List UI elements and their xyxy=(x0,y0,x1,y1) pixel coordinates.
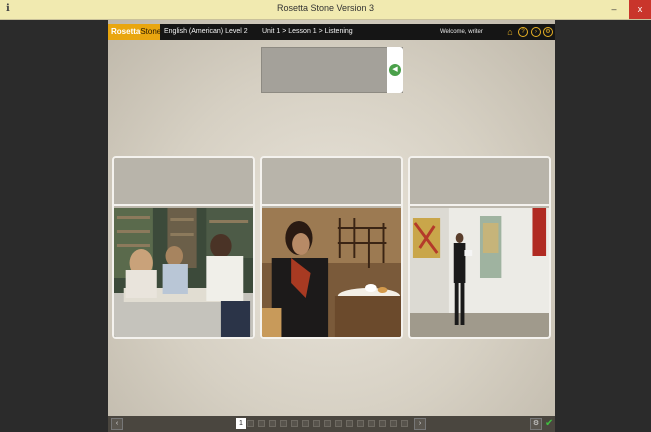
course-title: English (American) Level 2 xyxy=(164,28,248,35)
window-titlebar: ℹ Rosetta Stone Version 3 – □ x xyxy=(0,0,651,20)
screen-indicator-current[interactable]: 1 xyxy=(236,418,246,429)
next-icon[interactable]: › xyxy=(414,418,426,430)
left-backdrop xyxy=(0,20,108,432)
screen-indicator[interactable] xyxy=(247,420,254,427)
card-caption xyxy=(262,158,401,206)
answer-card-1[interactable] xyxy=(112,156,255,339)
screen-indicator[interactable] xyxy=(280,420,287,427)
library-photo xyxy=(114,208,253,337)
bottom-progress-bar: ‹ 1 › ⚙ ✔ xyxy=(108,416,555,432)
screen-indicator[interactable] xyxy=(291,420,298,427)
screen-indicator[interactable] xyxy=(357,420,364,427)
top-navigation-bar: RosettaStone English (American) Level 2 … xyxy=(108,24,555,40)
screen-indicator[interactable] xyxy=(335,420,342,427)
screen-indicator[interactable] xyxy=(302,420,309,427)
card-caption xyxy=(114,158,253,206)
cafe-photo xyxy=(262,208,401,337)
play-audio-button[interactable]: ◀ xyxy=(387,47,403,93)
answer-card-2[interactable] xyxy=(260,156,403,339)
lesson-stage: RosettaStone English (American) Level 2 … xyxy=(108,20,555,432)
close-button[interactable]: x xyxy=(629,0,651,19)
correct-check-icon: ✔ xyxy=(545,418,554,429)
speaker-icon: ◀ xyxy=(389,64,401,76)
screen-indicator[interactable] xyxy=(346,420,353,427)
right-backdrop xyxy=(555,20,651,432)
settings-icon[interactable]: ⚙ xyxy=(543,27,553,37)
prompt-text-box xyxy=(261,47,403,93)
screen-indicator[interactable] xyxy=(313,420,320,427)
settings-icon[interactable]: ⚙ xyxy=(530,418,542,430)
screen-indicator[interactable] xyxy=(379,420,386,427)
card-caption xyxy=(410,158,549,206)
screen-indicator[interactable] xyxy=(269,420,276,427)
prev-icon[interactable]: ‹ xyxy=(111,418,123,430)
exit-icon[interactable]: › xyxy=(531,27,541,37)
help-icon[interactable]: ? xyxy=(518,27,528,37)
home-icon[interactable]: ⌂ xyxy=(505,27,515,37)
gallery-photo xyxy=(410,208,549,337)
screen-indicator[interactable] xyxy=(368,420,375,427)
screen-indicator[interactable] xyxy=(390,420,397,427)
welcome-text: Welcome, writer xyxy=(440,29,483,35)
window-title: Rosetta Stone Version 3 xyxy=(276,3,375,13)
breadcrumb: Unit 1 > Lesson 1 > Listening xyxy=(262,28,353,35)
screen-indicator[interactable] xyxy=(258,420,265,427)
screen-indicator[interactable] xyxy=(401,420,408,427)
screen-indicator[interactable] xyxy=(324,420,331,427)
answer-card-3[interactable] xyxy=(408,156,551,339)
rosetta-stone-logo: RosettaStone xyxy=(108,24,161,40)
